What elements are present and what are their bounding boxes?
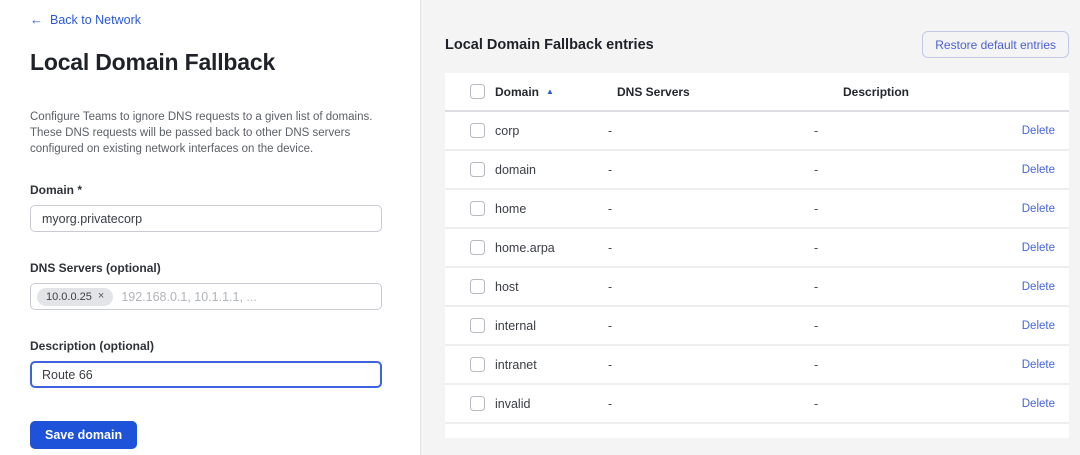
row-description: - <box>814 124 999 138</box>
domain-label: Domain * <box>30 183 382 197</box>
description-input[interactable] <box>30 361 382 388</box>
dns-servers-label: DNS Servers (optional) <box>30 261 382 275</box>
row-domain: internal <box>495 319 608 333</box>
row-description: - <box>814 202 999 216</box>
row-dns-servers: - <box>608 319 814 333</box>
table-row: invalid - - Delete <box>445 385 1069 424</box>
dns-server-tag-value: 10.0.0.25 <box>46 291 92 303</box>
column-header-domain[interactable]: Domain ▲ <box>495 85 608 99</box>
dns-servers-text-input[interactable] <box>121 290 375 304</box>
row-checkbox[interactable] <box>470 162 485 177</box>
row-dns-servers: - <box>608 358 814 372</box>
row-checkbox[interactable] <box>470 123 485 138</box>
back-link-label: Back to Network <box>50 13 141 27</box>
delete-link[interactable]: Delete <box>1022 398 1055 410</box>
domain-input[interactable] <box>30 205 382 232</box>
row-description: - <box>814 163 999 177</box>
row-domain: home <box>495 202 608 216</box>
row-description: - <box>814 397 999 411</box>
sort-ascending-icon: ▲ <box>546 88 554 96</box>
table-row: corp - - Delete <box>445 112 1069 151</box>
row-domain: corp <box>495 124 608 138</box>
table-overflow-clip <box>445 424 1069 438</box>
row-dns-servers: - <box>608 241 814 255</box>
row-description: - <box>814 280 999 294</box>
row-dns-servers: - <box>608 202 814 216</box>
row-checkbox[interactable] <box>470 357 485 372</box>
entries-title: Local Domain Fallback entries <box>445 37 654 53</box>
row-domain: invalid <box>495 397 608 411</box>
table-body: corp - - Delete domain - - Delete home -… <box>445 112 1069 424</box>
description-label: Description (optional) <box>30 339 382 353</box>
table-row: domain - - Delete <box>445 151 1069 190</box>
row-dns-servers: - <box>608 397 814 411</box>
table-row: internal - - Delete <box>445 307 1069 346</box>
delete-link[interactable]: Delete <box>1022 359 1055 371</box>
row-dns-servers: - <box>608 163 814 177</box>
save-domain-button[interactable]: Save domain <box>30 421 137 449</box>
entries-table: Domain ▲ DNS Servers Description corp - … <box>445 73 1069 438</box>
row-domain: intranet <box>495 358 608 372</box>
restore-default-entries-button[interactable]: Restore default entries <box>922 31 1069 58</box>
table-row: home - - Delete <box>445 190 1069 229</box>
remove-tag-icon[interactable]: × <box>98 291 104 302</box>
column-header-description[interactable]: Description <box>814 85 999 99</box>
row-checkbox[interactable] <box>470 396 485 411</box>
delete-link[interactable]: Delete <box>1022 281 1055 293</box>
dns-servers-input[interactable]: 10.0.0.25 × <box>30 283 382 310</box>
row-checkbox[interactable] <box>470 201 485 216</box>
row-description: - <box>814 241 999 255</box>
delete-link[interactable]: Delete <box>1022 242 1055 254</box>
delete-link[interactable]: Delete <box>1022 320 1055 332</box>
row-checkbox[interactable] <box>470 318 485 333</box>
table-row: intranet - - Delete <box>445 346 1069 385</box>
row-checkbox[interactable] <box>470 240 485 255</box>
delete-link[interactable]: Delete <box>1022 125 1055 137</box>
column-header-dns-servers[interactable]: DNS Servers <box>608 85 814 99</box>
settings-panel: ← Back to Network Local Domain Fallback … <box>0 0 420 455</box>
delete-link[interactable]: Delete <box>1022 203 1055 215</box>
row-checkbox[interactable] <box>470 279 485 294</box>
entries-panel: Local Domain Fallback entries Restore de… <box>420 0 1080 455</box>
select-all-checkbox[interactable] <box>470 84 485 99</box>
row-description: - <box>814 358 999 372</box>
table-row: host - - Delete <box>445 268 1069 307</box>
page-description: Configure Teams to ignore DNS requests t… <box>30 109 376 157</box>
delete-link[interactable]: Delete <box>1022 164 1055 176</box>
table-header-row: Domain ▲ DNS Servers Description <box>445 73 1069 112</box>
row-domain: domain <box>495 163 608 177</box>
row-dns-servers: - <box>608 280 814 294</box>
dns-server-tag: 10.0.0.25 × <box>37 288 113 306</box>
row-domain: home.arpa <box>495 241 608 255</box>
entries-header: Local Domain Fallback entries Restore de… <box>445 31 1069 58</box>
row-dns-servers: - <box>608 124 814 138</box>
domain-column-label: Domain <box>495 85 539 99</box>
page-title: Local Domain Fallback <box>30 49 382 76</box>
row-description: - <box>814 319 999 333</box>
row-domain: host <box>495 280 608 294</box>
table-row: home.arpa - - Delete <box>445 229 1069 268</box>
back-arrow-icon: ← <box>30 13 43 26</box>
back-to-network-link[interactable]: ← Back to Network <box>30 13 141 27</box>
